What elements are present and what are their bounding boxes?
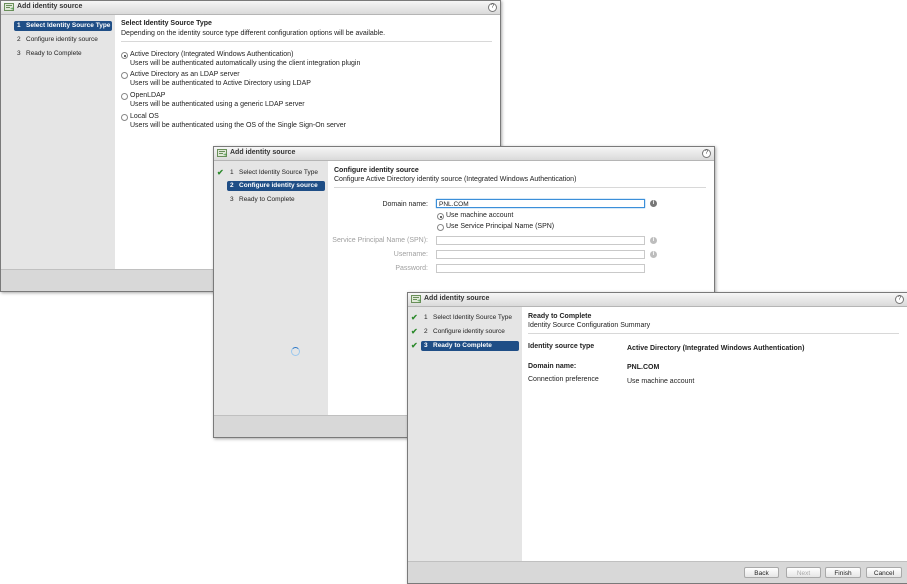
summary-key: Domain name: <box>528 363 577 370</box>
dialog-title: Add identity source <box>17 3 83 10</box>
summary-key: Connection preference <box>528 376 599 383</box>
username-input[interactable] <box>436 250 645 259</box>
radio-use-spn[interactable] <box>437 224 444 231</box>
divider <box>528 333 899 334</box>
option-desc: Users will be authenticated to Active Di… <box>130 80 311 87</box>
domain-name-label: Domain name: <box>382 201 428 208</box>
page-title: Select Identity Source Type <box>121 20 212 27</box>
help-icon[interactable]: ? <box>702 149 711 158</box>
username-label: Username: <box>393 251 428 258</box>
step-complete-check-icon: ✔ <box>411 341 418 350</box>
summary-value: Use machine account <box>627 378 695 385</box>
info-icon[interactable]: i <box>650 237 657 244</box>
dialog-titlebar[interactable]: + Add identity source ? <box>214 147 714 161</box>
use-machine-account-label[interactable]: Use machine account <box>446 212 513 219</box>
step-complete-check-icon: ✔ <box>217 168 224 177</box>
dialog-ready-to-complete: + Add identity source ? ✔ 1 Select Identi… <box>407 292 907 584</box>
use-spn-label[interactable]: Use Service Principal Name (SPN) <box>446 223 554 230</box>
help-icon[interactable]: ? <box>895 295 904 304</box>
dialog-title: Add identity source <box>424 295 490 302</box>
help-icon[interactable]: ? <box>488 3 497 12</box>
step-select-source-type[interactable]: 1 Select Identity Source Type <box>227 168 325 178</box>
step-ready-to-complete[interactable]: 3 Ready to Complete <box>227 195 325 205</box>
option-label[interactable]: Active Directory (Integrated Windows Aut… <box>130 51 293 58</box>
loading-spinner-icon <box>291 347 300 356</box>
option-label[interactable]: OpenLDAP <box>130 92 165 99</box>
page-title: Configure identity source <box>334 167 419 174</box>
page-title: Ready to Complete <box>528 313 592 320</box>
radio-openldap[interactable] <box>121 93 128 100</box>
step-complete-check-icon: ✔ <box>411 327 418 336</box>
back-button[interactable]: Back <box>744 567 779 578</box>
page-subtitle: Identity Source Configuration Summary <box>528 322 651 329</box>
svg-text:+: + <box>223 153 227 158</box>
domain-name-input[interactable]: PNL.COM <box>436 199 645 208</box>
dialog-titlebar[interactable]: + Add identity source ? <box>408 293 907 307</box>
divider <box>334 187 706 188</box>
next-button[interactable]: Next <box>786 567 821 578</box>
info-icon[interactable]: i <box>650 200 657 207</box>
wizard-steps-sidebar: ✔ 1 Select Identity Source Type ✔ 2 Config… <box>408 307 522 561</box>
dialog-titlebar[interactable]: + Add identity source ? <box>1 1 500 15</box>
option-label[interactable]: Active Directory as an LDAP server <box>130 71 240 78</box>
page-subtitle: Configure Active Directory identity sour… <box>334 176 577 183</box>
wizard-content: Ready to Complete Identity Source Config… <box>522 307 907 561</box>
password-input[interactable] <box>436 264 645 273</box>
divider <box>121 41 492 42</box>
wizard-steps-sidebar: 1 Select Identity Source Type 2 Configure … <box>1 15 115 269</box>
summary-value: PNL.COM <box>627 364 660 371</box>
summary-key: Identity source type <box>528 343 595 350</box>
identity-source-icon: + <box>411 295 421 303</box>
option-desc: Users will be authenticated using a gene… <box>130 101 305 108</box>
finish-button[interactable]: Finish <box>825 567 861 578</box>
info-icon[interactable]: i <box>650 251 657 258</box>
svg-text:+: + <box>10 7 14 12</box>
svg-text:+: + <box>417 299 421 304</box>
password-label: Password: <box>395 265 428 272</box>
radio-local-os[interactable] <box>121 114 128 121</box>
spn-label: Service Principal Name (SPN): <box>332 237 428 244</box>
radio-ad-ldap[interactable] <box>121 72 128 79</box>
step-configure-source[interactable]: 2 Configure identity source <box>227 181 325 191</box>
radio-use-machine-account[interactable] <box>437 213 444 220</box>
wizard-steps-sidebar: ✔ 1 Select Identity Source Type 2 Configur… <box>214 161 328 415</box>
step-select-source-type[interactable]: 1 Select Identity Source Type <box>14 21 112 31</box>
dialog-footer: Back Next Finish Cancel <box>408 561 907 583</box>
cancel-button[interactable]: Cancel <box>866 567 902 578</box>
option-label[interactable]: Local OS <box>130 113 159 120</box>
step-configure-source[interactable]: 2 Configure identity source <box>14 35 112 45</box>
spn-input[interactable] <box>436 236 645 245</box>
step-complete-check-icon: ✔ <box>411 313 418 322</box>
option-desc: Users will be authenticated using the OS… <box>130 122 346 129</box>
step-select-source-type[interactable]: 1 Select Identity Source Type <box>421 313 519 323</box>
step-configure-source[interactable]: 2 Configure identity source <box>421 327 519 337</box>
step-ready-to-complete[interactable]: 3 Ready to Complete <box>14 49 112 59</box>
radio-ad-iwa[interactable] <box>121 52 128 59</box>
dialog-title: Add identity source <box>230 149 296 156</box>
identity-source-icon: + <box>217 149 227 157</box>
identity-source-icon: + <box>4 3 14 11</box>
option-desc: Users will be authenticated automaticall… <box>130 60 361 67</box>
summary-value: Active Directory (Integrated Windows Aut… <box>627 345 805 352</box>
step-ready-to-complete[interactable]: 3 Ready to Complete <box>421 341 519 351</box>
page-subtitle: Depending on the identity source type di… <box>121 30 386 37</box>
